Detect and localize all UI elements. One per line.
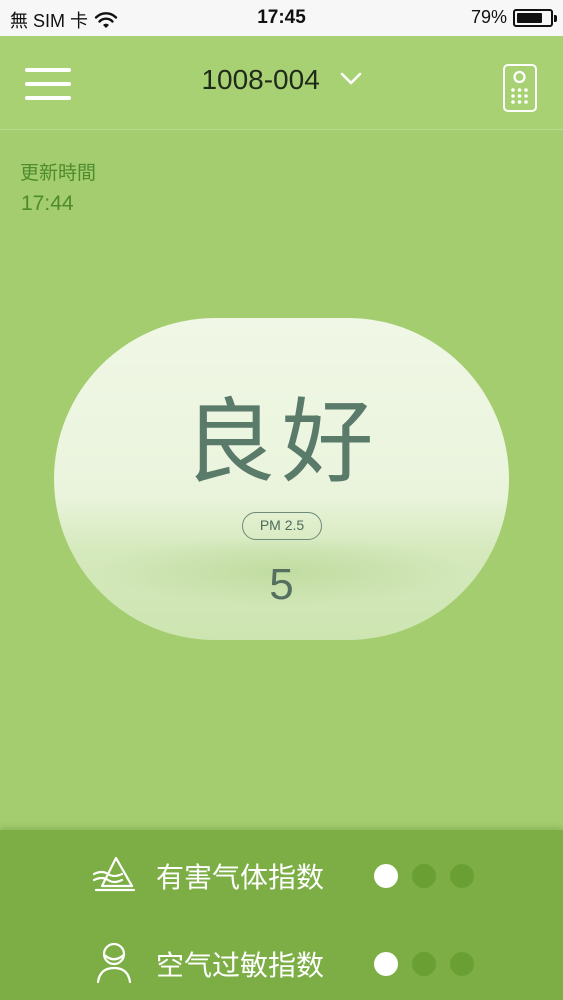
battery-icon <box>513 8 557 27</box>
pm25-badge: PM 2.5 <box>242 512 322 540</box>
update-time-label: 更新時間 <box>20 162 97 184</box>
index-label: 空气过敏指数 <box>156 949 325 982</box>
update-time-value: 17:44 <box>21 192 74 215</box>
level-dot <box>450 864 474 888</box>
level-dot <box>450 952 474 976</box>
level-dot <box>374 864 398 888</box>
level-dot <box>374 952 398 976</box>
gas-wind-icon <box>92 856 136 892</box>
index-row-harmful-gas[interactable]: 有害气体指数 <box>0 834 563 914</box>
status-right: 79% <box>470 7 557 28</box>
air-quality-card[interactable]: 良好 PM 2.5 5 <box>54 318 509 640</box>
device-selector[interactable]: 1008-004 <box>0 64 563 96</box>
pm25-value: 5 <box>269 560 294 609</box>
level-dot <box>412 952 436 976</box>
remote-control-glyph <box>511 70 528 104</box>
index-row-allergy[interactable]: 空气过敏指数 <box>0 922 563 1000</box>
battery-percent: 79% <box>470 7 507 27</box>
index-label: 有害气体指数 <box>156 861 325 894</box>
status-bar: 無 SIM 卡 17:45 79% <box>0 0 563 36</box>
device-name: 1008-004 <box>201 64 320 95</box>
battery-fill <box>517 12 543 23</box>
mask-person-icon <box>96 942 132 984</box>
indices-panel: 有害气体指数 空气过敏指数 <box>0 830 563 1000</box>
air-quality-status: 良好 <box>183 389 380 496</box>
remote-control-icon[interactable] <box>503 64 537 112</box>
app-header: 1008-004 <box>0 36 563 130</box>
chevron-down-icon <box>340 72 361 84</box>
level-dot <box>412 864 436 888</box>
index-level-dots <box>374 864 474 888</box>
index-level-dots <box>374 952 474 976</box>
